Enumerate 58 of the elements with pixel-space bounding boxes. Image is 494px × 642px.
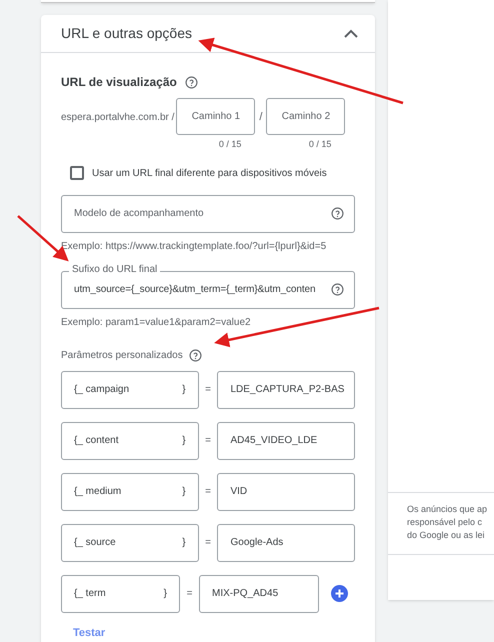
parameter-key-field[interactable]: {_ term } <box>61 574 180 612</box>
disclaimer-line: Os anúncios que ap <box>407 503 488 516</box>
equals-sign: = <box>204 434 212 448</box>
parameter-key-field[interactable]: {_ campaign } <box>61 370 199 408</box>
parameter-key: {_ campaign <box>74 382 130 397</box>
section-header[interactable]: URL e outras opções <box>41 15 375 53</box>
checkbox-label: Usar um URL final diferente para dispositivos móveis <box>92 166 327 180</box>
field-value: utm_source={_source}&utm_term={_term}&utm_conten <box>74 283 316 297</box>
char-counter: 0 / 15 <box>218 138 242 151</box>
closing-brace: } <box>182 383 186 397</box>
path-field[interactable]: Caminho 1 <box>176 98 256 135</box>
parameter-value-field[interactable]: LDE_CAPTURA_P2-BAS <box>217 370 355 408</box>
help-icon[interactable] <box>188 348 202 362</box>
section-title: URL e outras opções <box>61 24 192 43</box>
char-counter: 0 / 15 <box>308 138 332 151</box>
parameter-value-field[interactable]: VID <box>217 472 355 510</box>
parameter-value: MIX-PQ_AD45 <box>212 587 278 601</box>
parameter-value: AD45_VIDEO_LDE <box>230 434 318 448</box>
equals-sign: = <box>204 536 212 550</box>
parameter-key: {_ medium <box>74 484 122 499</box>
domain-text: espera.portalvhe.com.br / <box>61 111 174 125</box>
closing-brace: } <box>182 434 186 448</box>
checkbox[interactable] <box>70 166 84 180</box>
disclaimer-line: responsável pelo c <box>407 516 484 529</box>
parameter-key: {_ term <box>74 586 106 601</box>
chevron-icon[interactable] <box>344 29 358 38</box>
parameter-value-field[interactable]: MIX-PQ_AD45 <box>199 574 319 612</box>
parameter-value-field[interactable]: AD45_VIDEO_LDE <box>217 422 355 460</box>
path-separator: / <box>259 110 262 125</box>
example-text: Exemplo: param1=value1&param2=value2 <box>61 316 252 330</box>
field-label: Parâmetros personalizados <box>61 348 183 362</box>
add-icon[interactable] <box>331 585 348 602</box>
field-placeholder: Modelo de acompanhamento <box>74 207 204 221</box>
parameter-key-field[interactable]: {_ content } <box>61 422 199 460</box>
parameter-key-field[interactable]: {_ medium } <box>61 472 199 510</box>
parameter-value: Google-Ads <box>230 536 284 550</box>
parameter-value: VID <box>230 485 248 499</box>
help-icon[interactable] <box>331 207 344 220</box>
equals-sign: = <box>204 383 212 397</box>
path-field[interactable]: Caminho 2 <box>266 98 346 135</box>
disclaimer-line: do Google ou as lei <box>407 529 486 542</box>
parameter-key: {_ source <box>74 535 116 550</box>
closing-brace: } <box>164 587 167 601</box>
parameter-key-field[interactable]: {_ source } <box>61 524 199 562</box>
equals-sign: = <box>186 587 194 601</box>
final-url-suffix-field[interactable]: utm_source={_source}&utm_term={_term}&utm_conten <box>61 270 355 308</box>
tracking-template-field[interactable]: Modelo de acompanhamento <box>61 194 355 232</box>
closing-brace: } <box>182 485 186 499</box>
equals-sign: = <box>204 485 212 499</box>
closing-brace: } <box>182 536 186 550</box>
parameter-value-field[interactable]: Google-Ads <box>217 524 355 562</box>
parameter-value: LDE_CAPTURA_P2-BAS <box>230 383 344 397</box>
help-icon[interactable] <box>331 283 344 296</box>
help-icon[interactable] <box>184 76 198 88</box>
field-label: URL de visualização <box>61 74 177 91</box>
example-text: Exemplo: https://www.trackingtemplate.foo/?url={lpurl}&id=5 <box>61 240 328 254</box>
parameter-key: {_ content <box>74 433 118 448</box>
floating-label: Sufixo do URL final <box>69 264 160 276</box>
